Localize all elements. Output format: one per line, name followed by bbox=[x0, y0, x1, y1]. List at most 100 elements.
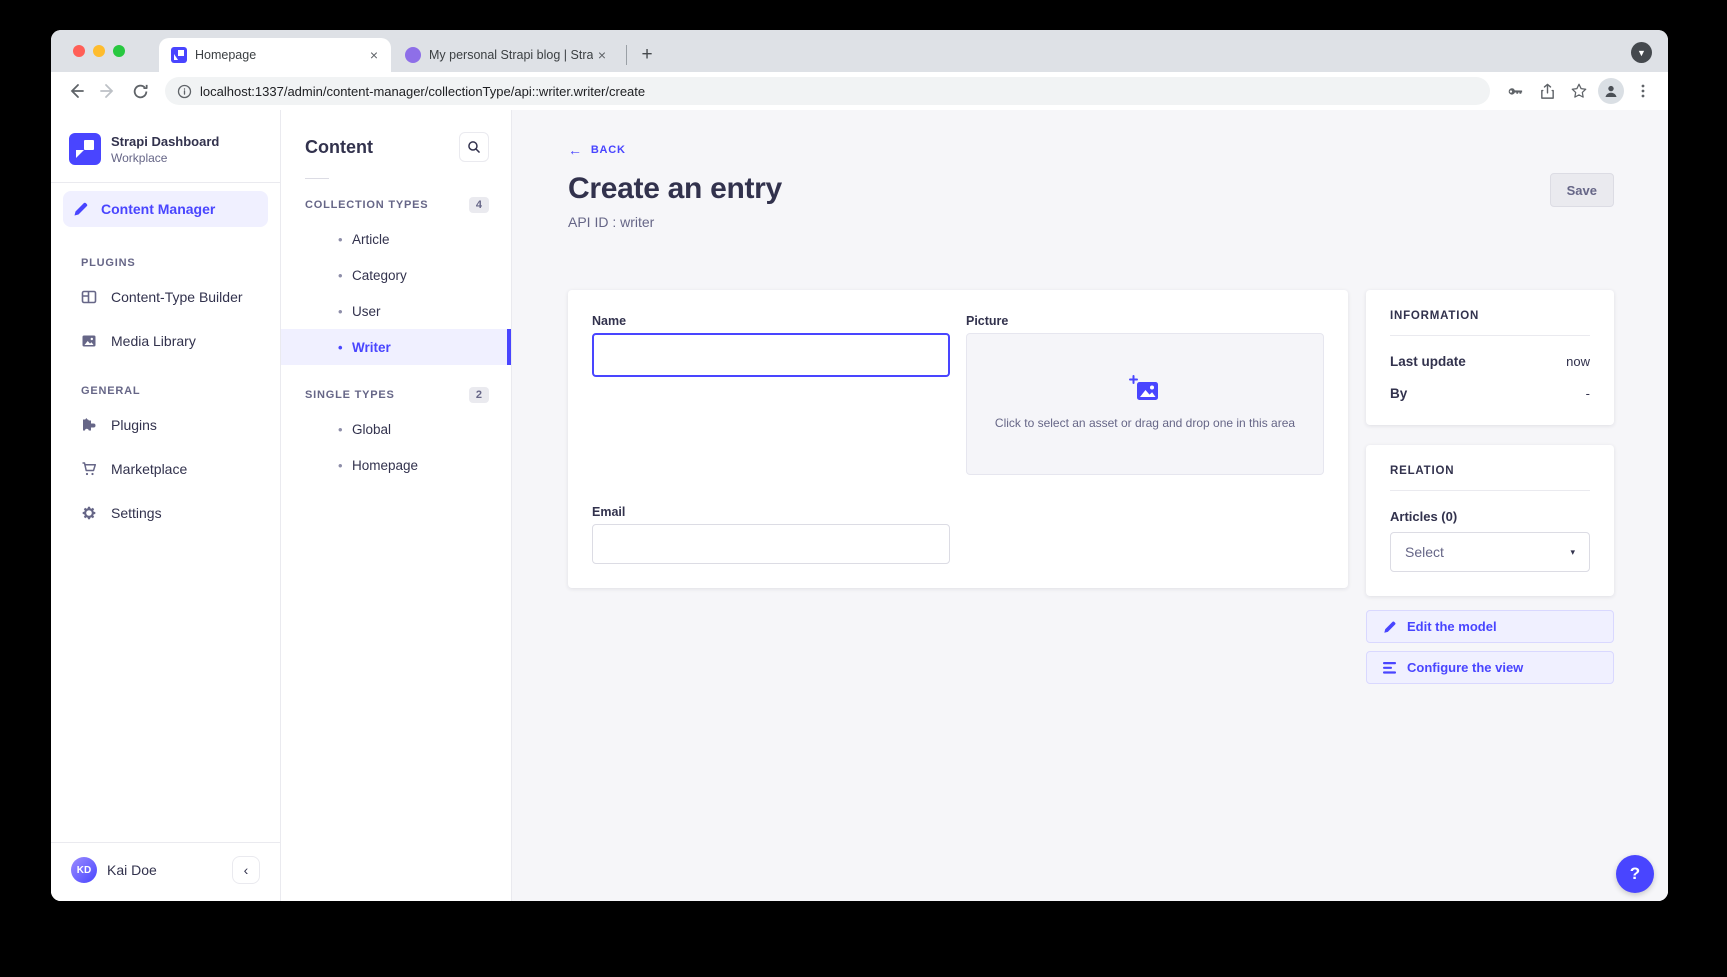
search-button[interactable] bbox=[459, 132, 489, 162]
tab-close-icon[interactable]: × bbox=[593, 46, 611, 64]
nav-item-media-library[interactable]: Media Library bbox=[51, 319, 280, 363]
add-image-icon bbox=[1129, 375, 1161, 403]
nav-item-marketplace[interactable]: Marketplace bbox=[51, 447, 280, 491]
help-button[interactable]: ? bbox=[1616, 855, 1654, 893]
subnav-item-homepage[interactable]: Homepage bbox=[281, 447, 511, 483]
configure-view-label: Configure the view bbox=[1407, 660, 1523, 675]
back-link[interactable]: ← BACK bbox=[568, 142, 626, 158]
by-value: - bbox=[1586, 386, 1590, 401]
nav-item-settings[interactable]: Settings bbox=[51, 491, 280, 535]
picture-upload-dropzone[interactable]: Click to select an asset or drag and dro… bbox=[966, 333, 1324, 475]
url-bar[interactable]: localhost:1337/admin/content-manager/col… bbox=[165, 77, 1490, 105]
subnav-item-label: Writer bbox=[352, 340, 391, 355]
edit-model-button[interactable]: Edit the model bbox=[1366, 610, 1614, 643]
tab-close-icon[interactable]: × bbox=[365, 46, 383, 64]
subnav-item-label: Homepage bbox=[352, 458, 418, 473]
nav-item-label: Plugins bbox=[111, 417, 157, 433]
subnav-item-label: Article bbox=[352, 232, 390, 247]
edit-model-label: Edit the model bbox=[1407, 619, 1497, 634]
brand-subtitle: Workplace bbox=[111, 151, 219, 165]
nav-item-plugins[interactable]: Plugins bbox=[51, 403, 280, 447]
divider bbox=[305, 178, 329, 179]
name-input[interactable] bbox=[592, 333, 950, 377]
cart-icon bbox=[81, 461, 97, 477]
puzzle-icon bbox=[81, 417, 97, 433]
blog-favicon-icon bbox=[405, 47, 421, 63]
nav-item-label: Marketplace bbox=[111, 461, 187, 477]
collapse-sidebar-button[interactable]: ‹ bbox=[232, 856, 260, 884]
forward-icon[interactable] bbox=[95, 78, 121, 104]
traffic-lights bbox=[73, 45, 125, 57]
nav-item-label: Content Manager bbox=[101, 201, 215, 217]
articles-relation-label: Articles (0) bbox=[1390, 509, 1590, 524]
nav-item-content-type-builder[interactable]: Content-Type Builder bbox=[51, 275, 280, 319]
subnav-item-user[interactable]: User bbox=[281, 293, 511, 329]
api-id-subtitle: API ID : writer bbox=[568, 214, 1668, 230]
tab-strapi-blog[interactable]: My personal Strapi blog | Strap × bbox=[391, 38, 619, 72]
divider bbox=[1390, 490, 1590, 491]
nav-item-label: Content-Type Builder bbox=[111, 289, 243, 305]
group-label-single-types: SINGLE TYPES bbox=[305, 389, 395, 401]
subnav-item-label: Category bbox=[352, 268, 407, 283]
nav-section-plugins: PLUGINS bbox=[51, 235, 280, 275]
user-avatar: KD bbox=[71, 857, 97, 883]
bookmark-star-icon[interactable] bbox=[1566, 78, 1592, 104]
configure-view-button[interactable]: Configure the view bbox=[1366, 651, 1614, 684]
back-icon[interactable] bbox=[63, 78, 89, 104]
subnav-item-article[interactable]: Article bbox=[281, 221, 511, 257]
divider bbox=[1390, 335, 1590, 336]
tab-homepage[interactable]: Homepage × bbox=[159, 38, 391, 72]
gear-icon bbox=[81, 505, 97, 521]
email-input[interactable] bbox=[592, 524, 950, 564]
tab-strip: Homepage × My personal Strapi blog | Str… bbox=[51, 30, 1668, 72]
right-panel: INFORMATION Last update now By - bbox=[1366, 290, 1614, 684]
share-icon[interactable] bbox=[1534, 78, 1560, 104]
main-nav: Strapi Dashboard Workplace Content Manag… bbox=[51, 110, 281, 901]
tab-title: My personal Strapi blog | Strap bbox=[429, 48, 593, 62]
picture-field-group: Picture Click to select an asset or drag… bbox=[966, 314, 1324, 564]
information-card: INFORMATION Last update now By - bbox=[1366, 290, 1614, 425]
close-window-button[interactable] bbox=[73, 45, 85, 57]
password-key-icon[interactable] bbox=[1502, 78, 1528, 104]
last-update-value: now bbox=[1566, 354, 1590, 369]
info-icon bbox=[177, 84, 192, 99]
collection-types-count-badge: 4 bbox=[469, 197, 489, 213]
browser-menu-icon[interactable] bbox=[1630, 78, 1656, 104]
user-name: Kai Doe bbox=[107, 862, 222, 878]
strapi-favicon-icon bbox=[171, 47, 187, 63]
tab-title: Homepage bbox=[195, 48, 365, 62]
name-field-group: Name Email bbox=[592, 314, 950, 564]
browser-window: Homepage × My personal Strapi blog | Str… bbox=[51, 30, 1668, 901]
single-types-count-badge: 2 bbox=[469, 387, 489, 403]
subnav-item-global[interactable]: Global bbox=[281, 411, 511, 447]
minimize-window-button[interactable] bbox=[93, 45, 105, 57]
new-tab-button[interactable]: + bbox=[634, 42, 660, 68]
brand-title: Strapi Dashboard bbox=[111, 134, 219, 149]
reload-icon[interactable] bbox=[127, 78, 153, 104]
subnav-item-writer[interactable]: Writer bbox=[281, 329, 511, 365]
tab-separator bbox=[626, 45, 627, 65]
relation-card: RELATION Articles (0) Select ▾ bbox=[1366, 445, 1614, 596]
select-placeholder: Select bbox=[1405, 544, 1444, 560]
screen: Homepage × My personal Strapi blog | Str… bbox=[0, 0, 1727, 977]
email-field-group: Email bbox=[592, 505, 950, 564]
browser-toolbar: localhost:1337/admin/content-manager/col… bbox=[51, 72, 1668, 110]
last-update-row: Last update now bbox=[1390, 354, 1590, 369]
nav-item-label: Media Library bbox=[111, 333, 196, 349]
email-label: Email bbox=[592, 505, 950, 519]
nav-item-content-manager[interactable]: Content Manager bbox=[63, 191, 268, 227]
browser-profile-avatar[interactable] bbox=[1598, 78, 1624, 104]
subnav-item-category[interactable]: Category bbox=[281, 257, 511, 293]
entry-form-card: Name Email Picture bbox=[568, 290, 1348, 588]
save-button[interactable]: Save bbox=[1550, 173, 1614, 207]
zoom-window-button[interactable] bbox=[113, 45, 125, 57]
subnav-item-label: Global bbox=[352, 422, 391, 437]
tab-search-button[interactable]: ▼ bbox=[1631, 42, 1652, 63]
subnav-item-label: User bbox=[352, 304, 381, 319]
nav-item-label: Settings bbox=[111, 505, 162, 521]
tabs: Homepage × My personal Strapi blog | Str… bbox=[159, 38, 660, 72]
chevron-down-icon: ▾ bbox=[1570, 547, 1575, 558]
relation-title: RELATION bbox=[1390, 465, 1590, 477]
search-icon bbox=[467, 140, 481, 154]
articles-select[interactable]: Select ▾ bbox=[1390, 532, 1590, 572]
